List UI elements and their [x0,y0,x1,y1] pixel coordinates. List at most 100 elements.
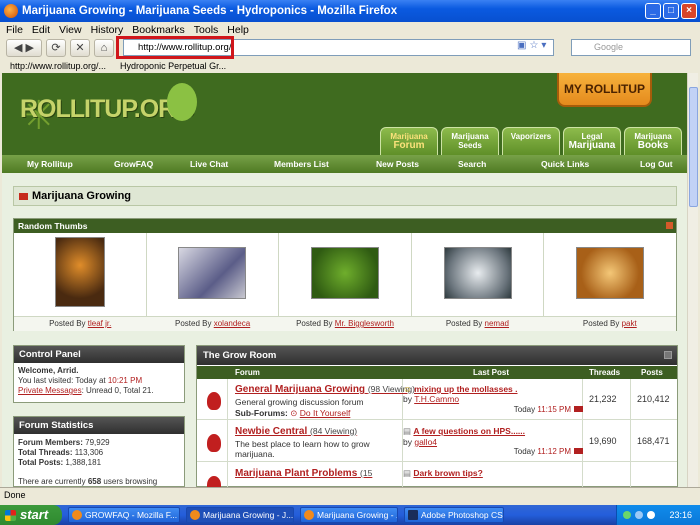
subforum-link[interactable]: Do It Yourself [300,408,351,418]
tray-icon[interactable] [635,511,643,519]
user-link[interactable]: gallo4 [414,437,437,447]
grow-room-title: The Grow Room [203,350,277,361]
window-title: Marijuana Growing - Marijuana Seeds - Hy… [22,5,398,17]
nav-quick-links[interactable]: Quick Links [541,159,589,169]
nav-log-out[interactable]: Log Out [640,159,673,169]
menu-bookmarks[interactable]: Bookmarks [132,24,185,36]
title-bar: Marijuana Growing - Marijuana Seeds - Hy… [0,0,700,22]
forum-link: Newbie Central [235,426,308,437]
home-icon[interactable]: ⌂ [94,39,114,57]
tab-marijuana-seeds[interactable]: Marijuana Seeds [441,127,499,155]
menu-help[interactable]: Help [227,24,249,36]
goto-last-post-icon[interactable] [574,406,583,412]
taskbar: start GROWFAQ - Mozilla F... Marijuana G… [0,505,700,525]
breadcrumb: Marijuana Growing [13,186,677,206]
nav-my-rollitup[interactable]: My Rollitup [27,159,73,169]
thumbnail[interactable] [443,247,512,299]
menu-tools[interactable]: Tools [194,24,219,36]
url-highlight-annotation [116,36,234,59]
taskbar-item[interactable]: Marijuana Growing - J... [186,507,294,523]
poster-link[interactable]: tleaf jr. [88,319,112,328]
goto-last-post-icon[interactable] [574,448,583,454]
table-row: Marijuana Plant Problems (15 ▤ Dark brow… [197,464,677,487]
close-button[interactable]: × [681,3,697,19]
collapse-icon[interactable] [664,351,672,359]
nav-live-chat[interactable]: Live Chat [190,159,228,169]
status-bar: Done [0,487,700,503]
back-forward-button[interactable]: ◀ ▶ [6,39,42,57]
stop-icon[interactable]: ✕ [70,39,90,57]
tab-marijuana-books[interactable]: Marijuana Books [624,127,682,155]
thumbnail[interactable] [178,247,247,299]
private-messages-link[interactable]: Private Messages [18,386,82,395]
browser-window: Marijuana Growing - Marijuana Seeds - Hy… [0,0,700,525]
tab-marijuana-forum[interactable]: Marijuana Forum [380,127,438,155]
user-link[interactable]: T.H.Cammo [414,394,459,404]
url-dropdown-icon[interactable]: ▾ [541,40,546,51]
status-text: Done [4,490,26,500]
flame-icon [207,476,221,487]
site-tabs: Marijuana Forum Marijuana Seeds Vaporizers… [380,127,682,155]
clock: 23:16 [669,510,692,520]
last-post-link[interactable]: Dark brown tips? [413,468,482,478]
thumbnail[interactable] [576,247,645,299]
bookmark-item[interactable]: http://www.rollitup.org/... [10,61,106,71]
taskbar-item[interactable]: Marijuana Growing - ... [300,507,398,523]
nav-growfaq[interactable]: GrowFAQ [114,159,153,169]
bookmarks-toolbar: http://www.rollitup.org/... Hydroponic P… [0,59,700,73]
random-thumbs-title: Random Thumbs [18,221,88,231]
start-button[interactable]: start [0,505,62,525]
vertical-scrollbar[interactable] [687,73,698,487]
site-nav: My Rollitup GrowFAQ Live Chat Members Li… [2,155,687,173]
forum-statistics-title: Forum Statistics [14,417,184,434]
taskbar-item[interactable]: GROWFAQ - Mozilla F... [68,507,180,523]
last-post-link[interactable]: mixing up the mollasses . [414,384,517,394]
tab-legal-marijuana[interactable]: Legal Marijuana [563,127,621,155]
nav-search[interactable]: Search [458,159,486,169]
thumbnail[interactable] [54,237,105,307]
poster-link[interactable]: Mr. Bigglesworth [335,319,394,328]
menu-view[interactable]: View [59,24,82,36]
rss-icon[interactable]: ▣ [517,40,526,51]
search-placeholder: Google [594,42,624,52]
poster-link[interactable]: pakt [622,319,637,328]
menu-file[interactable]: File [6,24,23,36]
tray-icon[interactable] [623,511,631,519]
site-header: ✳ ROLLITUP.ORG MY ROLLITUP Marijuana Foru… [2,73,687,155]
collapse-icon[interactable] [666,222,673,229]
folder-icon [19,193,28,200]
poster-link[interactable]: nemad [485,319,509,328]
system-tray: 23:16 [616,505,700,525]
flame-icon [207,434,221,452]
table-row: General Marijuana Growing (98 Viewing) G… [197,380,677,420]
page-title: Marijuana Growing [32,190,132,202]
mascot-icon [167,83,197,121]
tray-icon[interactable] [647,511,655,519]
maximize-button[interactable]: □ [663,3,679,19]
menu-edit[interactable]: Edit [32,24,50,36]
random-thumbs-box: Random Thumbs Posted By tleaf jr. Posted… [13,218,677,331]
taskbar-item[interactable]: Adobe Photoshop CS3 [404,507,504,523]
flame-icon [207,392,221,410]
last-post-link[interactable]: A few questions on HPS...... [413,426,525,436]
bookmark-star-icon[interactable]: ☆ [529,40,538,51]
my-rollitup-button[interactable]: MY ROLLITUP [557,73,652,107]
control-panel: Control Panel Welcome, Arrid. You last v… [13,345,185,403]
thumbnail[interactable] [310,247,379,299]
table-row: Newbie Central (84 Viewing) The best pla… [197,422,677,462]
control-panel-title: Control Panel [14,346,184,363]
forum-statistics: Forum Statistics Forum Members: 79,929 T… [13,416,185,487]
forum-link: Marijuana Plant Problems [235,468,358,479]
forum-link: General Marijuana Growing [235,384,366,395]
poster-link[interactable]: xolandeca [214,319,250,328]
nav-new-posts[interactable]: New Posts [376,159,419,169]
search-input[interactable]: Google [571,39,691,56]
grow-room-table: The Grow Room Forum Last Post Threads Po… [196,345,678,487]
minimize-button[interactable]: _ [645,3,661,19]
menu-history[interactable]: History [91,24,124,36]
tab-vaporizers[interactable]: Vaporizers [502,127,560,155]
page-content: ✳ ROLLITUP.ORG MY ROLLITUP Marijuana Foru… [2,73,698,487]
bookmark-item[interactable]: Hydroponic Perpetual Gr... [120,61,226,71]
reload-icon[interactable]: ⟳ [46,39,66,57]
nav-members-list[interactable]: Members List [274,159,329,169]
